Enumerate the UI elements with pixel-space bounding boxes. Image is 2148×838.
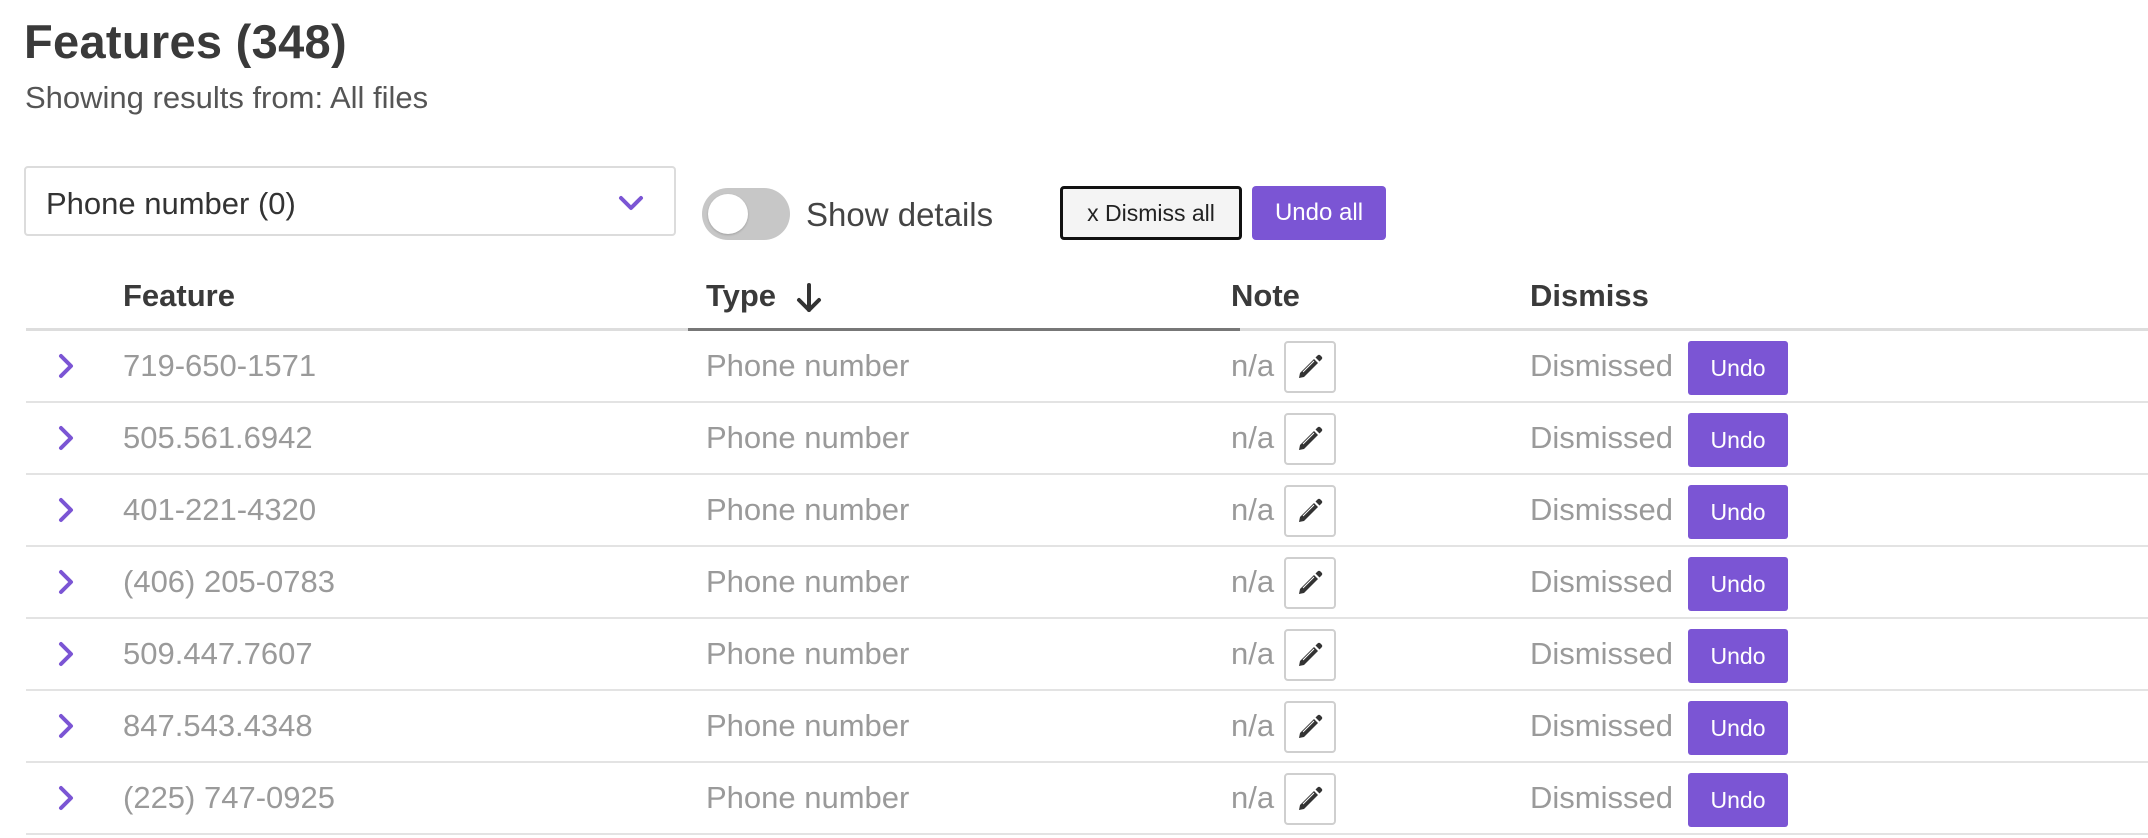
type-value: Phone number xyxy=(706,708,910,743)
show-details-label: Show details xyxy=(806,196,994,233)
dismiss-status: Dismissed xyxy=(1530,420,1673,455)
pencil-icon xyxy=(1299,786,1323,810)
edit-note-button[interactable] xyxy=(1284,557,1336,609)
feature-value: 401-221-4320 xyxy=(123,492,317,527)
undo-button[interactable]: Undo xyxy=(1688,341,1788,395)
type-value: Phone number xyxy=(706,348,910,383)
pencil-icon xyxy=(1299,642,1323,666)
pencil-icon xyxy=(1299,498,1323,522)
feature-value: 847.543.4348 xyxy=(123,708,313,743)
chevron-right-icon[interactable] xyxy=(54,351,78,381)
dismiss-all-button[interactable]: x Dismiss all xyxy=(1060,186,1242,240)
dismiss-status: Dismissed xyxy=(1530,780,1673,815)
undo-button[interactable]: Undo xyxy=(1688,629,1788,683)
page-subtitle: Showing results from: All files xyxy=(25,80,429,115)
table-row: 401-221-4320 Phone number n/a Dismissed … xyxy=(26,475,2148,547)
undo-button[interactable]: Undo xyxy=(1688,413,1788,467)
chevron-right-icon[interactable] xyxy=(54,423,78,453)
undo-button[interactable]: Undo xyxy=(1688,557,1788,611)
feature-type-select[interactable]: Phone number (0) xyxy=(24,166,676,236)
pencil-icon xyxy=(1299,570,1323,594)
column-header-feature[interactable]: Feature xyxy=(123,278,235,314)
edit-note-button[interactable] xyxy=(1284,413,1336,465)
undo-all-button[interactable]: Undo all xyxy=(1252,186,1386,240)
edit-note-button[interactable] xyxy=(1284,629,1336,681)
column-header-type[interactable]: Type xyxy=(706,278,823,314)
dismiss-status: Dismissed xyxy=(1530,636,1673,671)
column-header-note[interactable]: Note xyxy=(1231,278,1300,314)
chevron-right-icon[interactable] xyxy=(54,711,78,741)
undo-button[interactable]: Undo xyxy=(1688,773,1788,827)
feature-value: (406) 205-0783 xyxy=(123,564,335,599)
note-value: n/a xyxy=(1231,492,1275,527)
feature-value: (225) 747-0925 xyxy=(123,780,335,815)
chevron-right-icon[interactable] xyxy=(54,783,78,813)
edit-note-button[interactable] xyxy=(1284,341,1336,393)
note-value: n/a xyxy=(1231,564,1275,599)
chevron-right-icon[interactable] xyxy=(54,639,78,669)
feature-value: 509.447.7607 xyxy=(123,636,313,671)
dismiss-status: Dismissed xyxy=(1530,348,1673,383)
note-value: n/a xyxy=(1231,636,1275,671)
table-row: (406) 205-0783 Phone number n/a Dismisse… xyxy=(26,547,2148,619)
column-header-dismiss[interactable]: Dismiss xyxy=(1530,278,1649,314)
features-table: Feature Type Note Dismiss 719-650-1571 P… xyxy=(26,270,2148,835)
pencil-icon xyxy=(1299,426,1323,450)
note-value: n/a xyxy=(1231,420,1275,455)
chevron-right-icon[interactable] xyxy=(54,567,78,597)
note-value: n/a xyxy=(1231,780,1275,815)
edit-note-button[interactable] xyxy=(1284,485,1336,537)
pencil-icon xyxy=(1299,354,1323,378)
table-body: 719-650-1571 Phone number n/a Dismissed … xyxy=(26,331,2148,835)
dismiss-status: Dismissed xyxy=(1530,708,1673,743)
chevron-down-icon xyxy=(619,196,643,210)
type-value: Phone number xyxy=(706,636,910,671)
type-value: Phone number xyxy=(706,780,910,815)
chevron-right-icon[interactable] xyxy=(54,495,78,525)
table-row: 509.447.7607 Phone number n/a Dismissed … xyxy=(26,619,2148,691)
undo-button[interactable]: Undo xyxy=(1688,485,1788,539)
pencil-icon xyxy=(1299,714,1323,738)
feature-value: 719-650-1571 xyxy=(123,348,317,383)
select-value: Phone number (0) xyxy=(46,186,296,221)
dismiss-status: Dismissed xyxy=(1530,492,1673,527)
column-header-type-label: Type xyxy=(706,278,777,313)
note-value: n/a xyxy=(1231,708,1275,743)
table-row: 719-650-1571 Phone number n/a Dismissed … xyxy=(26,331,2148,403)
toggle-knob xyxy=(708,194,748,234)
table-row: (225) 747-0925 Phone number n/a Dismisse… xyxy=(26,763,2148,835)
note-value: n/a xyxy=(1231,348,1275,383)
dismiss-status: Dismissed xyxy=(1530,564,1673,599)
edit-note-button[interactable] xyxy=(1284,701,1336,753)
edit-note-button[interactable] xyxy=(1284,773,1336,825)
table-row: 505.561.6942 Phone number n/a Dismissed … xyxy=(26,403,2148,475)
table-row: 847.543.4348 Phone number n/a Dismissed … xyxy=(26,691,2148,763)
table-header: Feature Type Note Dismiss xyxy=(26,270,2148,331)
type-value: Phone number xyxy=(706,492,910,527)
arrow-down-icon xyxy=(796,282,821,312)
show-details-toggle[interactable] xyxy=(702,188,790,240)
feature-value: 505.561.6942 xyxy=(123,420,313,455)
type-value: Phone number xyxy=(706,564,910,599)
page-title: Features (348) xyxy=(24,15,347,68)
undo-button[interactable]: Undo xyxy=(1688,701,1788,755)
type-value: Phone number xyxy=(706,420,910,455)
